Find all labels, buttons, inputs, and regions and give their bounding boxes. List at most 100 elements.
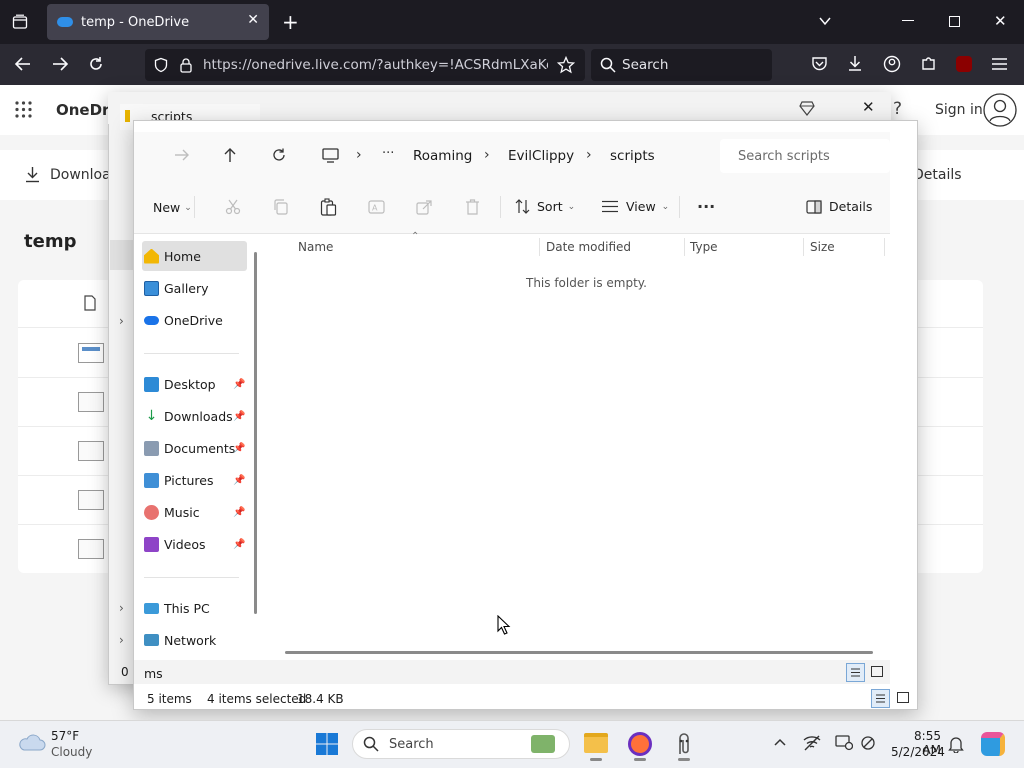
onedrive-app-name[interactable]: OneDri <box>56 101 115 119</box>
paste-icon[interactable] <box>320 198 337 216</box>
chevron-right-icon[interactable]: › <box>119 314 124 328</box>
share-icon[interactable] <box>416 199 433 215</box>
browser-search-box[interactable]: Search <box>591 49 772 81</box>
bookmark-star-icon[interactable] <box>557 56 575 74</box>
start-windows-icon[interactable] <box>316 733 338 755</box>
column-separator[interactable] <box>884 238 885 256</box>
nav-item-home[interactable]: Home <box>144 242 247 270</box>
back-icon[interactable] <box>14 56 32 72</box>
up-icon[interactable] <box>223 147 237 163</box>
menu-icon[interactable] <box>992 58 1007 70</box>
expand-this-pc-icon[interactable]: › <box>119 601 124 615</box>
pin-icon[interactable]: 📌 <box>233 443 245 454</box>
tiles-view-icon[interactable] <box>897 692 909 703</box>
close-tab-icon[interactable]: ✕ <box>247 12 259 28</box>
weather-cloud-icon[interactable] <box>16 732 46 752</box>
ublock-origin-icon[interactable] <box>956 56 972 72</box>
copilot-icon[interactable] <box>981 732 1005 756</box>
url-bar[interactable]: https://onedrive.live.com/?authkey=!ACSR… <box>145 49 585 81</box>
details-button[interactable]: Details <box>913 167 962 183</box>
avatar[interactable] <box>983 93 1017 127</box>
nav-item-desktop[interactable]: Desktop <box>144 370 247 398</box>
shield-icon[interactable] <box>153 57 169 73</box>
breadcrumb-overflow[interactable]: ··· <box>382 146 394 161</box>
download-icon[interactable] <box>25 166 40 183</box>
column-header-size[interactable]: Size <box>810 240 835 254</box>
pin-icon[interactable]: 📌 <box>233 507 245 518</box>
rename-icon[interactable]: A <box>368 199 385 215</box>
new-tab-icon[interactable]: + <box>282 10 299 34</box>
firefox-taskbar-icon[interactable] <box>628 732 652 756</box>
downloads-icon[interactable] <box>847 55 863 72</box>
taskbar-search-box[interactable]: Search <box>352 729 570 759</box>
delete-icon[interactable] <box>465 199 480 216</box>
nav-item-this-pc[interactable]: This PC <box>144 594 247 622</box>
forward-icon[interactable] <box>51 56 69 72</box>
cut-icon[interactable] <box>225 199 241 215</box>
horizontal-scrollbar[interactable] <box>285 651 873 654</box>
app-launcher-icon[interactable] <box>15 101 32 118</box>
nav-item-onedrive[interactable]: OneDrive <box>144 306 247 334</box>
close-window-icon[interactable]: ✕ <box>994 12 1007 30</box>
clippy-taskbar-icon[interactable] <box>673 732 695 756</box>
pin-icon[interactable]: 📌 <box>233 379 245 390</box>
more-options-button[interactable]: ··· <box>697 197 715 216</box>
browser-tab[interactable]: temp - OneDrive ✕ <box>47 4 269 40</box>
nav-scrollbar[interactable] <box>254 252 257 614</box>
show-hidden-icons-chevron-icon[interactable] <box>773 737 787 747</box>
column-header-date-modified[interactable]: Date modified <box>546 240 631 254</box>
copy-icon[interactable] <box>273 199 289 215</box>
breadcrumb-chevron-icon[interactable]: › <box>586 147 592 163</box>
pin-icon[interactable]: 📌 <box>233 411 245 422</box>
display-settings-icon[interactable] <box>835 735 853 751</box>
account-icon[interactable] <box>883 55 901 73</box>
breadcrumb-roaming[interactable]: Roaming <box>413 148 472 164</box>
breadcrumb-chevron-icon[interactable]: › <box>484 147 490 163</box>
details-view-icon[interactable] <box>846 663 865 682</box>
weather-temperature[interactable]: 57°F <box>51 729 79 743</box>
tiles-view-icon[interactable] <box>871 666 883 677</box>
lock-icon[interactable] <box>179 57 193 73</box>
forward-icon[interactable] <box>174 148 190 162</box>
extensions-icon[interactable] <box>920 55 937 72</box>
minimize-icon[interactable] <box>902 20 914 21</box>
list-all-tabs-icon[interactable] <box>818 14 832 28</box>
back-dialog-close-icon[interactable]: ✕ <box>862 98 875 116</box>
reload-icon[interactable] <box>87 55 105 73</box>
expand-network-icon[interactable]: › <box>119 633 124 647</box>
view-button[interactable]: View ⌄ <box>602 199 669 214</box>
breadcrumb-chevron-icon[interactable]: › <box>356 147 362 163</box>
nav-item-documents[interactable]: Documents <box>144 434 247 462</box>
nav-item-network[interactable]: Network <box>144 626 247 654</box>
filename-fragment[interactable]: ms <box>144 666 163 681</box>
breadcrumb-scripts[interactable]: scripts <box>610 148 655 164</box>
file-explorer-taskbar-icon[interactable] <box>584 733 608 753</box>
clock-date[interactable]: 5/2/2024 <box>891 745 945 759</box>
weather-description[interactable]: Cloudy <box>51 745 92 759</box>
breadcrumb-evilclippy[interactable]: EvilClippy <box>508 148 574 164</box>
sign-in-link[interactable]: Sign in <box>935 102 983 118</box>
details-pane-button[interactable]: Details <box>806 199 872 214</box>
nav-item-music[interactable]: Music <box>144 498 247 526</box>
pocket-icon[interactable] <box>811 56 828 72</box>
pin-icon[interactable]: 📌 <box>233 539 245 550</box>
this-pc-icon[interactable] <box>322 148 339 163</box>
help-icon[interactable]: ? <box>893 99 902 119</box>
restore-icon[interactable] <box>949 16 960 27</box>
column-header-type[interactable]: Type <box>690 240 718 254</box>
column-header-name[interactable]: Name <box>298 240 333 254</box>
url-text[interactable]: https://onedrive.live.com/?authkey=!ACSR… <box>203 57 548 73</box>
explorer-search-input[interactable]: Search scripts <box>720 139 890 173</box>
battery-status-icon[interactable] <box>860 735 878 751</box>
nav-item-videos[interactable]: Videos <box>144 530 247 558</box>
column-separator[interactable] <box>539 238 540 256</box>
new-button[interactable]: New ⌄ <box>153 200 192 215</box>
refresh-icon[interactable] <box>271 147 287 163</box>
sort-button[interactable]: Sort ⌄ <box>515 199 575 214</box>
details-view-icon[interactable] <box>871 689 890 708</box>
nav-item-downloads[interactable]: ↓ Downloads <box>144 402 247 430</box>
pin-icon[interactable]: 📌 <box>233 475 245 486</box>
notification-bell-icon[interactable] <box>948 735 964 753</box>
nav-item-gallery[interactable]: Gallery <box>144 274 247 302</box>
tab-list-icon[interactable] <box>12 14 28 30</box>
